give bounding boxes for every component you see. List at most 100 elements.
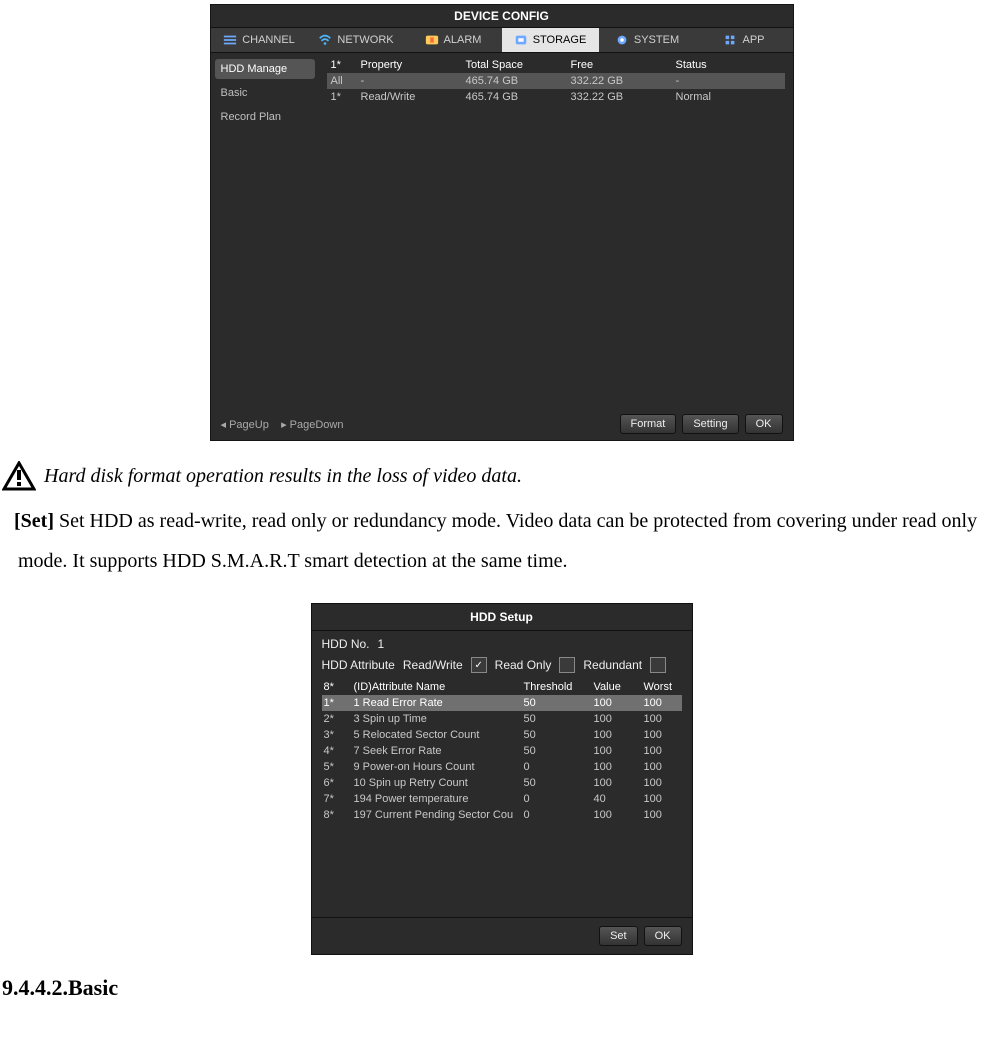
- hdd-cell: All: [331, 75, 361, 87]
- hdd-setup-ok-button[interactable]: OK: [644, 926, 682, 946]
- smart-cell: 100: [594, 697, 644, 709]
- device-config-panel: DEVICE CONFIG CHANNEL NETWORK ALARM STOR…: [210, 4, 794, 441]
- hdd-number-line: HDD No. 1: [322, 637, 682, 651]
- hdd-attribute-label: HDD Attribute: [322, 658, 395, 672]
- hdd-attribute-line: HDD Attribute Read/Write ✓ Read Only Red…: [322, 657, 682, 673]
- opt-readonly-label: Read Only: [495, 658, 552, 672]
- hdd-cell: 465.74 GB: [466, 91, 571, 103]
- hdd-cell: 332.22 GB: [571, 91, 676, 103]
- smart-cell: 100: [594, 713, 644, 725]
- smart-cell: 7 Seek Error Rate: [354, 745, 524, 757]
- smart-cell: 7*: [324, 793, 354, 805]
- device-config-tabs: CHANNEL NETWORK ALARM STORAGE SYSTEM: [211, 28, 793, 53]
- tab-channel[interactable]: CHANNEL: [211, 28, 308, 52]
- gear-icon: [615, 33, 629, 47]
- tab-network[interactable]: NETWORK: [308, 28, 405, 52]
- alarm-icon: [425, 33, 439, 47]
- smart-cell: 1*: [324, 697, 354, 709]
- format-button[interactable]: Format: [620, 414, 677, 434]
- smart-cell: 100: [644, 729, 689, 741]
- smart-count-header: 8*: [324, 681, 354, 693]
- tab-label: SYSTEM: [634, 34, 679, 46]
- set-paragraph: [Set] Set HDD as read-write, read only o…: [18, 501, 993, 581]
- smart-cell: 5*: [324, 761, 354, 773]
- sidebar-item-basic[interactable]: Basic: [215, 83, 315, 103]
- tab-alarm[interactable]: ALARM: [405, 28, 502, 52]
- smart-cell: 2*: [324, 713, 354, 725]
- smart-table-row[interactable]: 7*194 Power temperature040100: [322, 791, 682, 807]
- device-config-body: HDD Manage Basic Record Plan 1* Property…: [211, 53, 793, 408]
- smart-cell: 100: [644, 713, 689, 725]
- tab-label: CHANNEL: [242, 34, 295, 46]
- page-up-button[interactable]: ◂ PageUp: [221, 419, 269, 431]
- tab-storage[interactable]: STORAGE: [502, 28, 599, 52]
- smart-cell: 0: [524, 761, 594, 773]
- hdd-no-value: 1: [378, 637, 385, 651]
- wifi-icon: [318, 33, 332, 47]
- smart-cell: 50: [524, 713, 594, 725]
- smart-cell: 100: [594, 777, 644, 789]
- hdd-table-rows: All-465.74 GB332.22 GB-1*Read/Write465.7…: [327, 73, 785, 105]
- hdd-table-row[interactable]: 1*Read/Write465.74 GB332.22 GBNormal: [327, 89, 785, 105]
- device-config-main: 1* Property Total Space Free Status All-…: [319, 53, 793, 408]
- tab-system[interactable]: SYSTEM: [599, 28, 696, 52]
- smart-cell: 100: [644, 793, 689, 805]
- hdd-setup-body: HDD No. 1 HDD Attribute Read/Write ✓ Rea…: [312, 631, 692, 917]
- smart-cell: 1 Read Error Rate: [354, 697, 524, 709]
- smart-cell: 9 Power-on Hours Count: [354, 761, 524, 773]
- tab-label: NETWORK: [337, 34, 393, 46]
- hdd-col-total: Total Space: [466, 59, 571, 71]
- smart-table-rows: 1*1 Read Error Rate501001002*3 Spin up T…: [322, 695, 682, 823]
- smart-cell: 100: [644, 745, 689, 757]
- checkbox-readwrite[interactable]: ✓: [471, 657, 487, 673]
- smart-cell: 50: [524, 745, 594, 757]
- set-tag: [Set]: [14, 510, 54, 532]
- smart-cell: 100: [644, 761, 689, 773]
- sidebar-item-hdd-manage[interactable]: HDD Manage: [215, 59, 315, 79]
- smart-table-row[interactable]: 5*9 Power-on Hours Count0100100: [322, 759, 682, 775]
- smart-table-row[interactable]: 3*5 Relocated Sector Count50100100: [322, 727, 682, 743]
- device-config-title: DEVICE CONFIG: [211, 5, 793, 28]
- hdd-cell: Read/Write: [361, 91, 466, 103]
- app-icon: [723, 33, 737, 47]
- smart-cell: 100: [644, 809, 689, 821]
- opt-redundant-label: Redundant: [583, 658, 642, 672]
- checkbox-redundant[interactable]: [650, 657, 666, 673]
- smart-table-row[interactable]: 4*7 Seek Error Rate50100100: [322, 743, 682, 759]
- warning-text: Hard disk format operation results in th…: [44, 465, 522, 488]
- smart-cell: 50: [524, 729, 594, 741]
- hdd-cell: Normal: [676, 91, 781, 103]
- hdd-col-free: Free: [571, 59, 676, 71]
- smart-table-row[interactable]: 6*10 Spin up Retry Count50100100: [322, 775, 682, 791]
- hdd-no-label: HDD No.: [322, 637, 370, 651]
- smart-cell: 0: [524, 793, 594, 805]
- tab-app[interactable]: APP: [696, 28, 793, 52]
- smart-col-value: Value: [594, 681, 644, 693]
- page-down-button[interactable]: ▸ PageDown: [281, 419, 343, 431]
- checkbox-readonly[interactable]: [559, 657, 575, 673]
- hdd-cell: 1*: [331, 91, 361, 103]
- hdd-setup-title: HDD Setup: [312, 604, 692, 631]
- smart-cell: 194 Power temperature: [354, 793, 524, 805]
- smart-col-threshold: Threshold: [524, 681, 594, 693]
- smart-table-row[interactable]: 2*3 Spin up Time50100100: [322, 711, 682, 727]
- hdd-setup-panel: HDD Setup HDD No. 1 HDD Attribute Read/W…: [311, 603, 693, 955]
- smart-cell: 3*: [324, 729, 354, 741]
- hdd-table-header: 1* Property Total Space Free Status: [327, 57, 785, 73]
- ok-button[interactable]: OK: [745, 414, 783, 434]
- smart-col-name: (ID)Attribute Name: [354, 681, 524, 693]
- sliders-icon: [223, 33, 237, 47]
- hdd-col-status: Status: [676, 59, 781, 71]
- warning-triangle-icon: [2, 461, 36, 491]
- set-button[interactable]: Set: [599, 926, 638, 946]
- smart-cell: 0: [524, 809, 594, 821]
- sidebar-item-record-plan[interactable]: Record Plan: [215, 107, 315, 127]
- setting-button[interactable]: Setting: [682, 414, 738, 434]
- hdd-table-row[interactable]: All-465.74 GB332.22 GB-: [327, 73, 785, 89]
- smart-table-row[interactable]: 1*1 Read Error Rate50100100: [322, 695, 682, 711]
- hdd-count-header: 1*: [331, 59, 361, 71]
- hdd-setup-buttons: Set OK: [312, 917, 692, 954]
- section-heading: 9.4.4.2.Basic: [2, 975, 1001, 1001]
- smart-cell: 100: [644, 777, 689, 789]
- smart-table-row[interactable]: 8*197 Current Pending Sector Cou0100100: [322, 807, 682, 823]
